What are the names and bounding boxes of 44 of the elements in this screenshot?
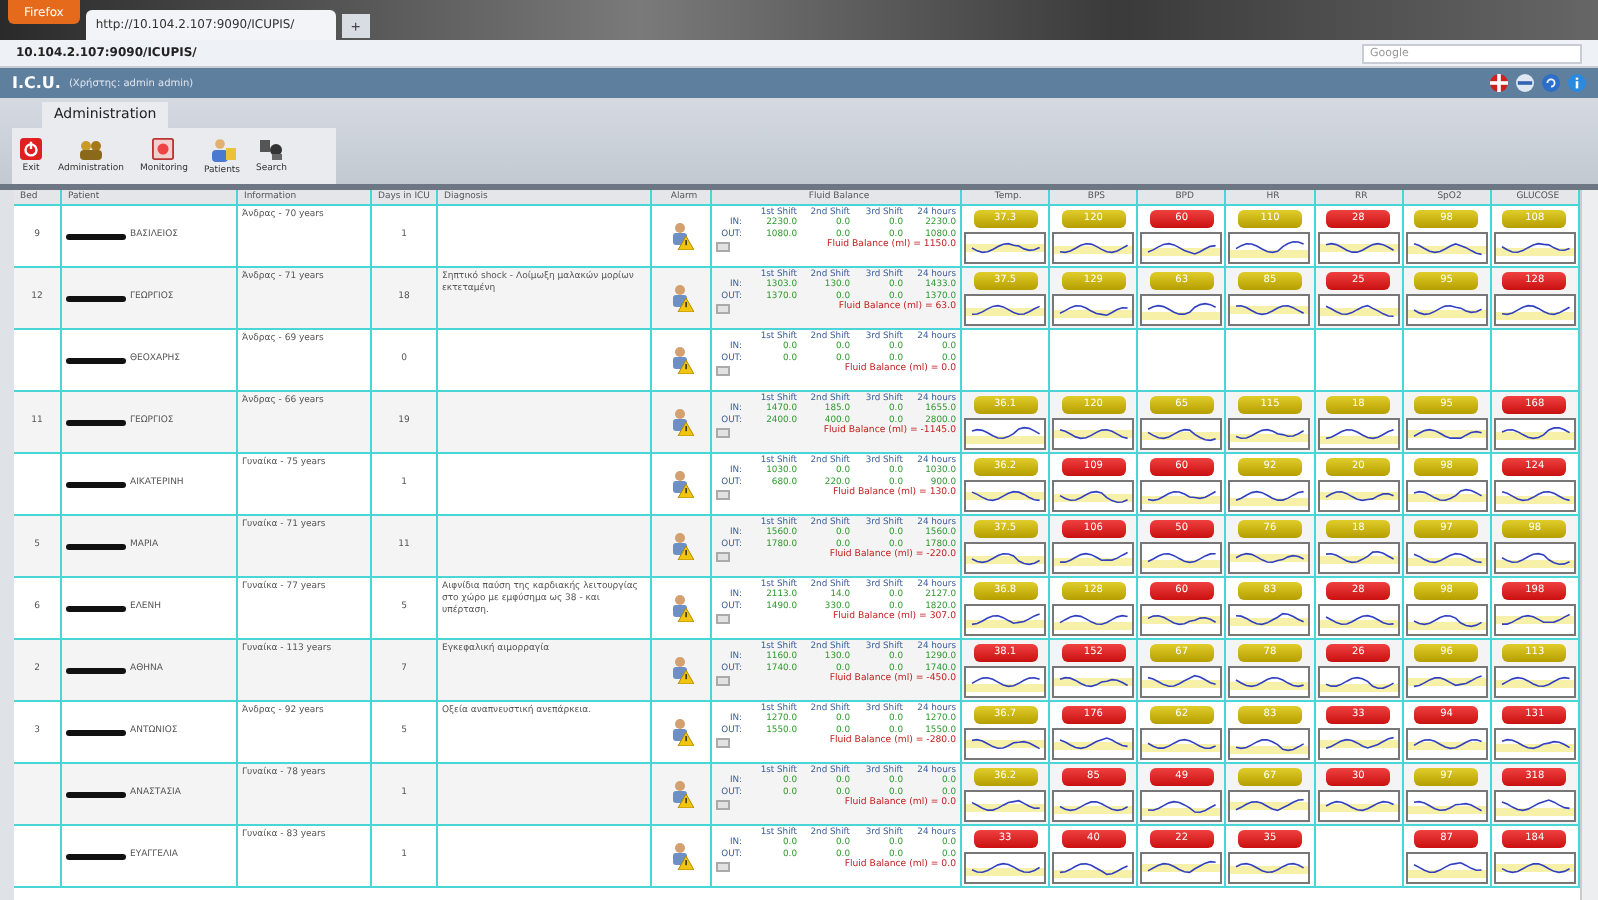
redaction-mark <box>66 295 126 301</box>
alarm-icon[interactable] <box>669 842 693 870</box>
flag-icon[interactable] <box>1490 74 1508 92</box>
chart-button[interactable] <box>716 738 730 749</box>
chart-button[interactable] <box>716 552 730 563</box>
redaction-mark <box>66 419 126 425</box>
redaction-mark <box>66 481 126 487</box>
chart-button[interactable] <box>716 862 730 873</box>
refresh-icon[interactable] <box>1542 74 1560 92</box>
chart-button[interactable] <box>716 800 730 811</box>
chart-button[interactable] <box>716 614 730 625</box>
patients-icon <box>209 137 236 161</box>
alarm-icon[interactable] <box>669 346 693 374</box>
search-icon <box>259 138 284 160</box>
redaction-mark <box>66 791 126 797</box>
chart-button[interactable] <box>716 490 730 501</box>
app-title: I.C.U. <box>12 74 61 92</box>
redaction-mark <box>66 357 126 363</box>
alarm-icon[interactable] <box>669 408 693 436</box>
redaction-mark <box>66 233 126 239</box>
people-icon <box>77 138 104 160</box>
chart-button[interactable] <box>716 304 730 315</box>
alarm-icon[interactable] <box>669 594 693 622</box>
redaction-mark <box>66 853 126 859</box>
chart-button[interactable] <box>716 242 730 253</box>
alarm-icon[interactable] <box>669 222 693 250</box>
redaction-mark <box>66 667 126 673</box>
chart-button[interactable] <box>716 428 730 439</box>
redaction-mark <box>66 605 126 611</box>
power-icon <box>20 138 42 160</box>
alarm-icon[interactable] <box>669 532 693 560</box>
chart-button[interactable] <box>716 676 730 687</box>
redaction-mark <box>66 729 126 735</box>
info-icon[interactable] <box>1568 74 1586 92</box>
chart-button[interactable] <box>716 366 730 377</box>
scrollbar[interactable] <box>1580 190 1598 900</box>
alarm-icon[interactable] <box>669 470 693 498</box>
alarm-icon[interactable] <box>669 656 693 684</box>
new-tab-button[interactable]: + <box>341 14 370 38</box>
redaction-mark <box>66 543 126 549</box>
alarm-icon[interactable] <box>669 780 693 808</box>
alarm-icon[interactable] <box>669 284 693 312</box>
monitor-icon <box>152 138 175 160</box>
alarm-icon[interactable] <box>669 718 693 746</box>
